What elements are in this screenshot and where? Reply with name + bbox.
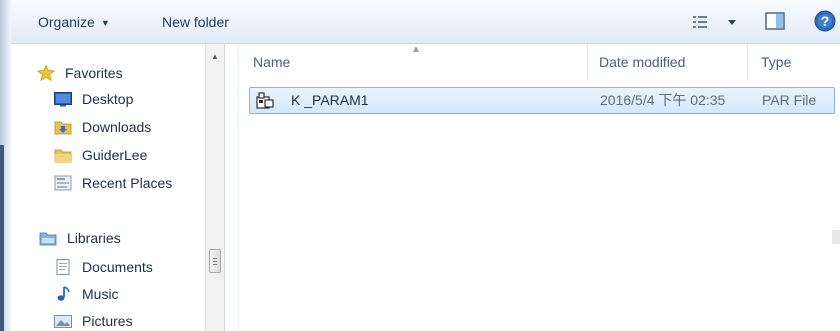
column-header-type[interactable]: Type	[748, 44, 840, 80]
sort-ascending-icon: ▲	[411, 44, 421, 55]
column-header-date-modified[interactable]: Date modified	[588, 44, 748, 80]
navigation-scrollbar[interactable]: ▲	[205, 44, 225, 331]
help-icon: ?	[814, 10, 836, 32]
preview-pane-button[interactable]	[764, 9, 786, 33]
file-name: K _PARAM1	[291, 92, 369, 108]
column-header-label: Date modified	[599, 54, 686, 70]
view-details-icon	[693, 16, 736, 28]
chevron-down-icon: ▼	[100, 18, 110, 28]
nav-item-label: Desktop	[82, 91, 134, 107]
documents-icon	[56, 259, 70, 275]
desktop-icon	[54, 92, 72, 107]
organize-label: Organize	[38, 14, 95, 30]
recent-places-icon	[54, 175, 72, 191]
change-view-button[interactable]	[691, 10, 743, 34]
nav-libraries-label: Libraries	[67, 230, 121, 246]
downloads-folder-icon	[54, 121, 72, 135]
grip-line	[213, 264, 217, 265]
music-icon	[57, 286, 70, 301]
nav-item-label: Recent Places	[82, 175, 173, 191]
navigation-pane: Favorites Desktop Downloads GuiderLee Re…	[11, 44, 205, 331]
file-list: ▲ Name Date modified Type K _PARAM1 2016…	[239, 44, 840, 331]
column-header-label: Name	[253, 54, 291, 70]
favorites-star-icon	[37, 65, 55, 81]
pictures-icon	[54, 315, 72, 328]
par-file-icon	[256, 92, 274, 109]
column-header-label: Type	[761, 54, 792, 70]
nav-item-label: GuiderLee	[82, 147, 148, 163]
nav-favorites-label: Favorites	[65, 65, 123, 81]
file-date-modified: 2016/5/4 下午 02:35	[600, 92, 726, 108]
grip-line	[213, 261, 217, 262]
window-left-shadow	[0, 145, 4, 331]
user-folder-icon	[54, 149, 72, 163]
nav-item-label: Music	[82, 286, 119, 302]
scroll-up-arrow-icon[interactable]: ▲	[211, 52, 219, 61]
list-scrollbar-edge	[832, 230, 840, 244]
file-row[interactable]: K _PARAM1 2016/5/4 下午 02:35 PAR File	[249, 87, 835, 114]
column-header-name[interactable]: ▲ Name	[239, 44, 588, 80]
scrollbar-thumb[interactable]	[209, 249, 221, 273]
grip-line	[213, 258, 217, 259]
help-button[interactable]: ?	[813, 9, 837, 33]
nav-item-label: Pictures	[82, 313, 133, 329]
libraries-icon	[39, 232, 57, 246]
preview-pane-icon	[765, 12, 785, 30]
nav-item-label: Documents	[82, 259, 153, 275]
nav-item-label: Downloads	[82, 119, 152, 135]
new-folder-button[interactable]: New folder	[162, 11, 229, 33]
command-bar: Organize ▼ New folder ?	[11, 0, 840, 44]
svg-text:?: ?	[821, 13, 830, 29]
pane-divider[interactable]	[225, 44, 239, 331]
organize-button[interactable]: Organize ▼	[38, 11, 110, 33]
file-type: PAR File	[762, 92, 817, 108]
